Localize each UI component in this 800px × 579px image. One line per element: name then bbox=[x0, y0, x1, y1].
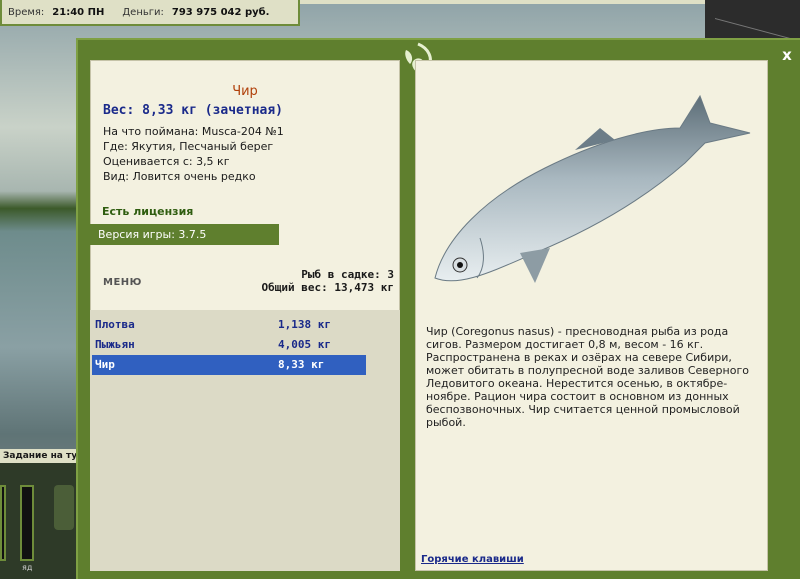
close-button[interactable]: x bbox=[778, 46, 796, 64]
time-label: Время: bbox=[8, 6, 45, 18]
list-item-name: Чир bbox=[95, 358, 115, 371]
list-item-weight: 1,138 кг bbox=[278, 318, 331, 331]
cage-total-weight: Общий вес: 13,473 кг bbox=[261, 281, 394, 294]
cage-summary: Рыб в садке: 3 Общий вес: 13,473 кг bbox=[240, 268, 394, 294]
gauge-left bbox=[0, 485, 6, 561]
list-item-weight: 4,005 кг bbox=[278, 338, 331, 351]
time-value: 21:40 ПН bbox=[52, 6, 105, 18]
money-label: Деньги: bbox=[122, 6, 164, 18]
task-label[interactable]: Задание на тур bbox=[0, 449, 80, 463]
menu-button[interactable]: МЕНЮ bbox=[103, 277, 142, 288]
gauge-bar bbox=[20, 485, 34, 561]
fish-weight: Вес: 8,33 кг (зачетная) bbox=[103, 103, 284, 118]
list-item[interactable]: Плотва 1,138 кг bbox=[92, 315, 366, 335]
fish-description: Чир (Coregonus nasus) - пресноводная рыб… bbox=[426, 325, 749, 429]
money-value: 793 975 042 руб. bbox=[171, 6, 270, 18]
list-item-name: Плотва bbox=[95, 318, 135, 331]
gauge-label: яд bbox=[22, 563, 33, 572]
list-item-weight: 8,33 кг bbox=[278, 358, 325, 371]
list-item-selected[interactable]: Чир 8,33 кг bbox=[92, 355, 366, 375]
top-strip bbox=[300, 0, 705, 4]
counted-from: Оценивается с: 3,5 кг bbox=[103, 155, 230, 168]
hotkeys-link[interactable]: Горячие клавиши bbox=[421, 554, 524, 565]
status-bar: Время: 21:40 ПН Деньги: 793 975 042 руб. bbox=[0, 0, 300, 26]
game-version: Версия игры: 3.7.5 bbox=[90, 224, 279, 245]
tackle-icon[interactable] bbox=[54, 485, 74, 530]
rarity: Вид: Ловится очень редко bbox=[103, 170, 256, 183]
list-item[interactable]: Пыжьян 4,005 кг bbox=[92, 335, 366, 355]
fish-name: Чир bbox=[232, 84, 258, 99]
list-item-name: Пыжьян bbox=[95, 338, 135, 351]
cage-count: Рыб в садке: 3 bbox=[301, 268, 394, 281]
fish-picture bbox=[434, 94, 751, 283]
license-status: Есть лицензия bbox=[102, 205, 194, 218]
location: Где: Якутия, Песчаный берег bbox=[103, 140, 274, 153]
caught-on: На что поймана: Musca-204 №1 bbox=[103, 125, 284, 138]
background-map-corner bbox=[705, 0, 800, 40]
